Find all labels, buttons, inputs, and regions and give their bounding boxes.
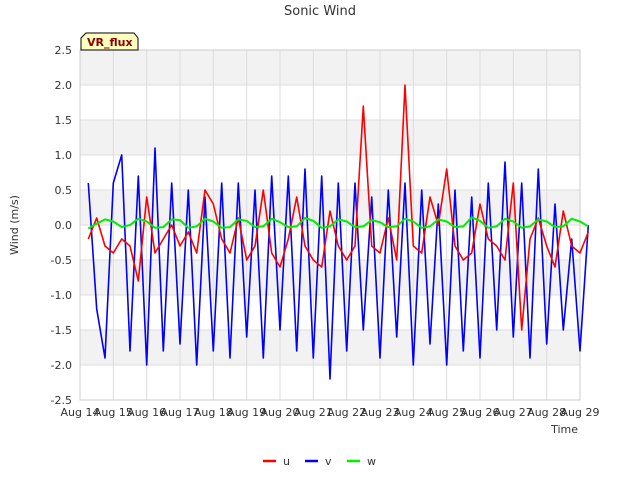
y-tick-label: 0.5 (55, 184, 73, 197)
legend-label-w: w (367, 455, 376, 468)
y-tick-label: -0.5 (51, 254, 72, 267)
legend-label-v: v (325, 455, 332, 468)
y-axis-ticks: -2.5 -2.0 -1.5 -1.0 -0.5 0.0 0.5 1.0 1.5 2.0 2.5 (51, 44, 72, 407)
x-axis-label: Time (550, 423, 578, 436)
plot-band (80, 260, 580, 295)
y-tick-label: 1.5 (55, 114, 73, 127)
chart-title: Sonic Wind (284, 4, 356, 19)
x-axis-ticks: Aug 14Aug 15Aug 16Aug 17Aug 18Aug 19Aug … (61, 406, 600, 419)
legend-label-u: u (283, 455, 290, 468)
y-tick-label: 2.0 (55, 79, 73, 92)
vr-flux-tag-label: VR_flux (87, 36, 133, 49)
y-axis-label: Wind (m/s) (8, 195, 21, 255)
y-tick-label: -1.0 (51, 289, 72, 302)
y-tick-label: 2.5 (55, 44, 73, 57)
x-tick-label: Aug 29 (561, 406, 600, 419)
y-tick-label: -2.0 (51, 359, 72, 372)
y-tick-label: -1.5 (51, 324, 72, 337)
y-tick-label: -2.5 (51, 394, 72, 407)
plot-bands (80, 50, 580, 365)
y-tick-label: 1.0 (55, 149, 73, 162)
sonic-wind-chart: Sonic Wind Aug 14Aug 15Aug 16Aug 17Aug 1… (8, 4, 600, 468)
vr-flux-tag: VR_flux (80, 32, 139, 51)
plot-band (80, 50, 580, 85)
y-tick-label: 0.0 (55, 219, 73, 232)
legend: u v w (263, 455, 376, 468)
